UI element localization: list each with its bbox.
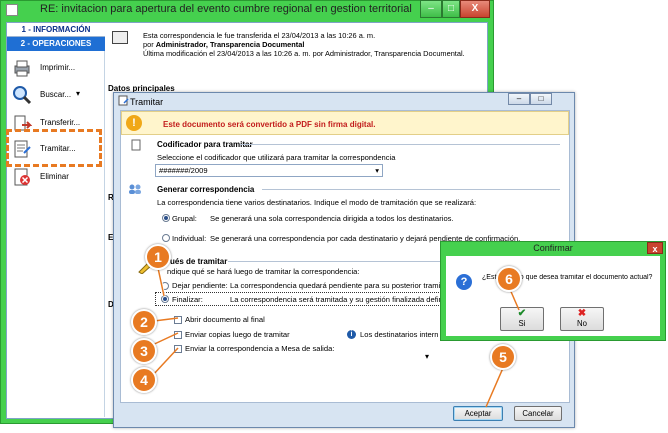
minimize-button[interactable]: – xyxy=(420,0,442,18)
codificador-select[interactable]: #######/2009 ▾ xyxy=(155,164,383,177)
callout-1: 1 xyxy=(145,244,171,270)
section-divider xyxy=(240,144,560,145)
warning-text: Este documento será convertido a PDF sin… xyxy=(163,120,376,129)
nav-section-informacion[interactable]: 1 - INFORMACIÓN xyxy=(7,23,105,37)
enviar-copias-label[interactable]: Enviar copias luego de tramitar xyxy=(185,330,290,339)
finalizar-label[interactable]: Finalizar: xyxy=(172,295,203,304)
dejar-pendiente-radio[interactable] xyxy=(161,282,169,290)
nav-item-buscar[interactable]: Buscar... ▾ xyxy=(10,82,102,108)
generar-title: Generar correspondencia xyxy=(157,185,255,194)
nav-item-imprimir[interactable]: Imprimir... xyxy=(10,55,102,81)
warning-icon: ! xyxy=(126,115,142,131)
document-icon xyxy=(131,139,141,151)
no-label: No xyxy=(577,319,587,328)
tramitar-highlight xyxy=(6,129,102,167)
info-line-3: Última modificación el 23/04/2013 a las … xyxy=(143,49,465,58)
callout-6: 6 xyxy=(496,266,522,292)
nav-item-label: Buscar... xyxy=(40,90,72,99)
enviar-copias-checkbox[interactable] xyxy=(174,331,182,339)
si-label: Si xyxy=(518,319,526,328)
despues-title: ués de tramitar xyxy=(170,257,228,266)
dialog-maximize-button[interactable]: □ xyxy=(530,93,552,105)
info-icon: i xyxy=(347,330,356,339)
info-line-2-prefix: por xyxy=(143,40,156,49)
delete-icon xyxy=(14,168,30,186)
individual-label[interactable]: Individual: xyxy=(172,234,206,243)
finalizar-description: La correspondencia será tramitada y su g… xyxy=(230,295,447,304)
maximize-button[interactable]: □ xyxy=(442,0,460,18)
destinatarios-info-text: Los destinatarios intern xyxy=(360,330,439,339)
nav-item-label: Imprimir... xyxy=(40,63,76,72)
grupal-radio[interactable] xyxy=(162,214,170,222)
abrir-documento-checkbox[interactable] xyxy=(174,316,182,324)
envelope-icon xyxy=(112,31,128,44)
mesa-salida-checkbox[interactable] xyxy=(174,345,182,353)
search-icon xyxy=(13,86,32,105)
check-icon: ✔ xyxy=(517,308,527,319)
codificador-value: #######/2009 xyxy=(159,166,208,175)
chevron-down-icon: ▾ xyxy=(375,166,379,175)
nav-item-label: Eliminar xyxy=(40,172,69,181)
dejar-pendiente-label[interactable]: Dejar pendiente: xyxy=(172,281,228,290)
dialog-minimize-button[interactable]: – xyxy=(508,93,530,105)
envelope-icon xyxy=(6,4,18,16)
nav-section-operaciones[interactable]: 2 - OPERACIONES xyxy=(7,37,105,51)
callout-3: 3 xyxy=(131,338,157,364)
codificador-hint: Seleccione el codificador que utilizará … xyxy=(157,153,396,162)
info-line-1: Esta correspondencia le fue transferida … xyxy=(143,31,376,40)
grupal-label[interactable]: Grupal: xyxy=(172,214,197,223)
generar-hint: La correspondencia tiene varios destinat… xyxy=(157,198,477,207)
mesa-salida-dropdown[interactable]: ▾ xyxy=(425,352,429,361)
question-icon: ? xyxy=(456,274,472,290)
mesa-salida-label[interactable]: Enviar la correspondencia a Mesa de sali… xyxy=(185,344,334,353)
confirm-close-icon[interactable]: x xyxy=(647,242,663,254)
confirm-dialog-body xyxy=(446,256,660,336)
individual-radio[interactable] xyxy=(162,234,170,242)
users-icon xyxy=(129,184,141,194)
nav-item-eliminar[interactable]: Eliminar xyxy=(10,164,102,190)
aceptar-button[interactable]: Aceptar xyxy=(453,406,503,421)
tramitar-icon xyxy=(118,95,129,106)
window-title: RE: invitacion para apertura del evento … xyxy=(40,3,412,15)
close-button[interactable]: X xyxy=(460,0,490,18)
transfer-info-banner: Esta correspondencia le fue transferida … xyxy=(108,25,486,69)
finalizar-radio[interactable] xyxy=(161,295,169,303)
callout-2: 2 xyxy=(131,309,157,335)
nav-item-label: Transferir... xyxy=(40,118,81,127)
codificador-title: Codificador para tramitar xyxy=(157,140,253,149)
chevron-down-icon[interactable]: ▾ xyxy=(76,89,80,98)
printer-icon xyxy=(14,60,30,77)
despues-hint: ndique qué se hará luego de tramitar la … xyxy=(167,267,360,276)
cancelar-button[interactable]: Cancelar xyxy=(514,406,562,421)
si-button[interactable]: ✔ Si xyxy=(500,307,544,331)
info-line-2-user: Administrador, Transparencia Documental xyxy=(155,40,305,49)
section-divider xyxy=(262,189,560,190)
grupal-description: Se generará una sola correspondencia dir… xyxy=(210,214,454,223)
no-button[interactable]: ✖ No xyxy=(560,307,604,331)
tramitar-dialog-title: Tramitar xyxy=(130,97,164,107)
callout-5: 5 xyxy=(490,344,516,370)
cross-icon: ✖ xyxy=(577,308,587,319)
callout-4: 4 xyxy=(131,367,157,393)
dejar-pendiente-description: La correspondencia quedará pendiente par… xyxy=(230,281,447,290)
confirm-dialog-title: Confirmar xyxy=(533,243,573,253)
abrir-documento-label[interactable]: Abrir documento al final xyxy=(185,315,265,324)
